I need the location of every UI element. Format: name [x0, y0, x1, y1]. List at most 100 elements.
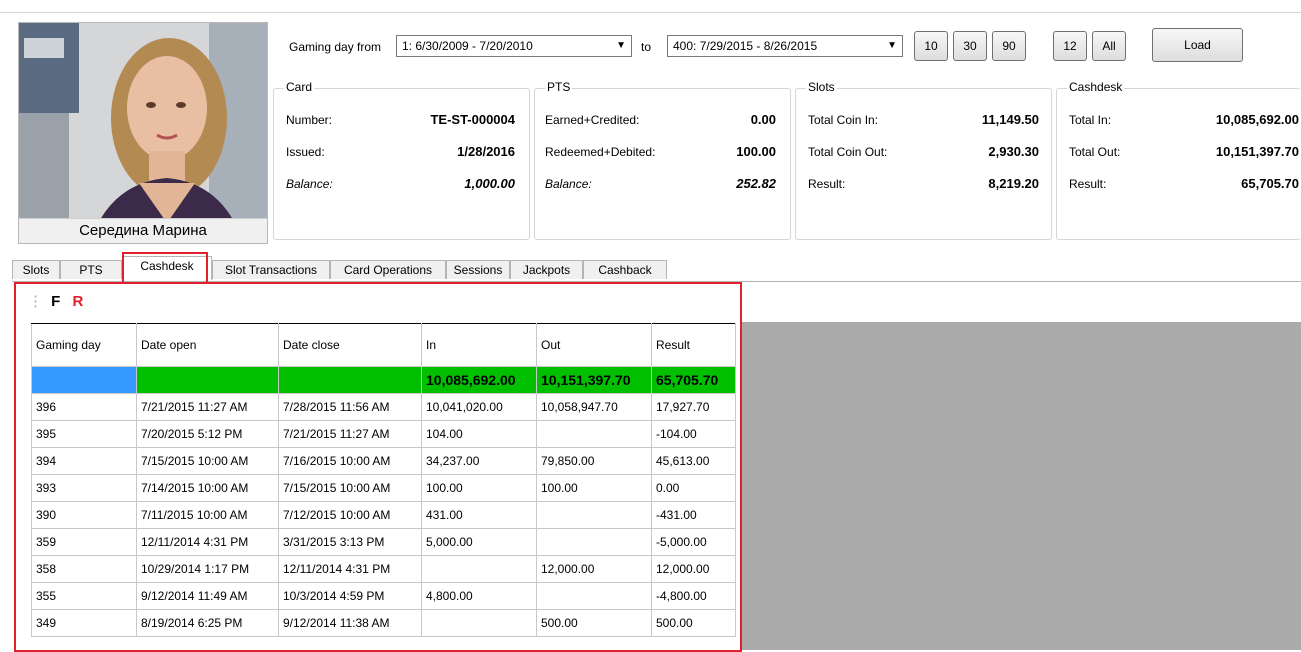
table-cell[interactable]: 395: [31, 420, 137, 448]
table-cell[interactable]: 500.00: [651, 609, 736, 637]
table-row[interactable]: 359 12/11/2014 4:31 PM 3/31/2015 3:13 PM…: [31, 528, 736, 556]
table-cell[interactable]: [536, 501, 652, 529]
table-cell[interactable]: 359: [31, 528, 137, 556]
tab-pts[interactable]: PTS: [60, 260, 122, 279]
table-cell[interactable]: 12/11/2014 4:31 PM: [278, 555, 422, 583]
table-row[interactable]: 394 7/15/2015 10:00 AM 7/16/2015 10:00 A…: [31, 447, 736, 475]
table-cell[interactable]: -104.00: [651, 420, 736, 448]
table-cell[interactable]: 7/21/2015 11:27 AM: [136, 393, 279, 421]
pts-redeemed-label: Redeemed+Debited:: [545, 145, 656, 159]
tab-sessions[interactable]: Sessions: [446, 260, 510, 279]
totals-cell[interactable]: [136, 366, 279, 394]
totals-cell[interactable]: [31, 366, 137, 394]
table-row[interactable]: 358 10/29/2014 1:17 PM 12/11/2014 4:31 P…: [31, 555, 736, 583]
table-row[interactable]: 396 7/21/2015 11:27 AM 7/28/2015 11:56 A…: [31, 393, 736, 421]
table-cell[interactable]: [536, 420, 652, 448]
filter-f-button[interactable]: F: [51, 293, 60, 310]
table-cell[interactable]: 5,000.00: [421, 528, 537, 556]
slots-coin-in-value: 11,149.50: [981, 112, 1039, 127]
range-90-button[interactable]: 90: [992, 31, 1026, 61]
table-cell[interactable]: [421, 555, 537, 583]
range-12-button[interactable]: 12: [1053, 31, 1087, 61]
table-cell[interactable]: 10,058,947.70: [536, 393, 652, 421]
table-cell[interactable]: 358: [31, 555, 137, 583]
gaming-day-from-select[interactable]: 1: 6/30/2009 - 7/20/2010 ▼: [396, 35, 632, 57]
table-cell[interactable]: 7/12/2015 10:00 AM: [278, 501, 422, 529]
table-cell[interactable]: [536, 528, 652, 556]
totals-result[interactable]: 65,705.70: [651, 366, 736, 394]
table-row[interactable]: 349 8/19/2014 6:25 PM 9/12/2014 11:38 AM…: [31, 609, 736, 637]
table-cell[interactable]: 100.00: [421, 474, 537, 502]
table-cell[interactable]: 394: [31, 447, 137, 475]
table-cell[interactable]: 393: [31, 474, 137, 502]
table-cell[interactable]: 390: [31, 501, 137, 529]
table-cell[interactable]: 17,927.70: [651, 393, 736, 421]
slots-result-label: Result:: [808, 177, 846, 191]
table-cell[interactable]: 7/16/2015 10:00 AM: [278, 447, 422, 475]
table-cell[interactable]: -4,800.00: [651, 582, 736, 610]
totals-in[interactable]: 10,085,692.00: [421, 366, 537, 394]
table-cell[interactable]: 7/15/2015 10:00 AM: [278, 474, 422, 502]
dropdown-arrow-icon[interactable]: ▼: [616, 36, 626, 56]
table-cell[interactable]: 355: [31, 582, 137, 610]
table-cell[interactable]: 9/12/2014 11:49 AM: [136, 582, 279, 610]
table-cell[interactable]: 100.00: [536, 474, 652, 502]
table-cell[interactable]: 10/29/2014 1:17 PM: [136, 555, 279, 583]
table-row[interactable]: 395 7/20/2015 5:12 PM 7/21/2015 11:27 AM…: [31, 420, 736, 448]
table-cell[interactable]: 431.00: [421, 501, 537, 529]
table-cell[interactable]: 7/21/2015 11:27 AM: [278, 420, 422, 448]
col-result[interactable]: Result: [651, 323, 736, 367]
col-gaming-day[interactable]: Gaming day: [31, 323, 137, 367]
table-cell[interactable]: 4,800.00: [421, 582, 537, 610]
table-cell[interactable]: 10,041,020.00: [421, 393, 537, 421]
table-cell[interactable]: 0.00: [651, 474, 736, 502]
gaming-day-to-select[interactable]: 400: 7/29/2015 - 8/26/2015 ▼: [667, 35, 903, 57]
table-cell[interactable]: 9/12/2014 11:38 AM: [278, 609, 422, 637]
col-date-open[interactable]: Date open: [136, 323, 279, 367]
range-10-button[interactable]: 10: [914, 31, 948, 61]
totals-row[interactable]: 10,085,692.00 10,151,397.70 65,705.70: [31, 366, 736, 394]
dropdown-arrow-icon[interactable]: ▼: [887, 36, 897, 56]
table-row[interactable]: 355 9/12/2014 11:49 AM 10/3/2014 4:59 PM…: [31, 582, 736, 610]
table-cell[interactable]: 12/11/2014 4:31 PM: [136, 528, 279, 556]
table-cell[interactable]: -5,000.00: [651, 528, 736, 556]
table-cell[interactable]: 396: [31, 393, 137, 421]
table-cell[interactable]: 34,237.00: [421, 447, 537, 475]
tab-slots[interactable]: Slots: [12, 260, 60, 279]
range-30-button[interactable]: 30: [953, 31, 987, 61]
tab-cashback[interactable]: Cashback: [583, 260, 667, 279]
col-in[interactable]: In: [421, 323, 537, 367]
table-cell[interactable]: 500.00: [536, 609, 652, 637]
table-cell[interactable]: 7/20/2015 5:12 PM: [136, 420, 279, 448]
totals-cell[interactable]: [278, 366, 422, 394]
table-cell[interactable]: 12,000.00: [536, 555, 652, 583]
table-cell[interactable]: [421, 609, 537, 637]
filter-r-button[interactable]: R: [73, 293, 84, 310]
table-cell[interactable]: 12,000.00: [651, 555, 736, 583]
col-out[interactable]: Out: [536, 323, 652, 367]
table-cell[interactable]: 8/19/2014 6:25 PM: [136, 609, 279, 637]
table-cell[interactable]: 45,613.00: [651, 447, 736, 475]
table-cell[interactable]: 3/31/2015 3:13 PM: [278, 528, 422, 556]
tab-jackpots[interactable]: Jackpots: [510, 260, 583, 279]
table-cell[interactable]: 7/28/2015 11:56 AM: [278, 393, 422, 421]
table-cell[interactable]: 10/3/2014 4:59 PM: [278, 582, 422, 610]
table-row[interactable]: 393 7/14/2015 10:00 AM 7/15/2015 10:00 A…: [31, 474, 736, 502]
table-cell[interactable]: 79,850.00: [536, 447, 652, 475]
table-cell[interactable]: 7/14/2015 10:00 AM: [136, 474, 279, 502]
table-cell[interactable]: -431.00: [651, 501, 736, 529]
table-cell[interactable]: 7/15/2015 10:00 AM: [136, 447, 279, 475]
table-cell[interactable]: [536, 582, 652, 610]
range-all-button[interactable]: All: [1092, 31, 1126, 61]
totals-out[interactable]: 10,151,397.70: [536, 366, 652, 394]
table-row[interactable]: 390 7/11/2015 10:00 AM 7/12/2015 10:00 A…: [31, 501, 736, 529]
table-cell[interactable]: 7/11/2015 10:00 AM: [136, 501, 279, 529]
tab-card-operations[interactable]: Card Operations: [330, 260, 446, 279]
table-cell[interactable]: 349: [31, 609, 137, 637]
tab-slot-transactions[interactable]: Slot Transactions: [212, 260, 330, 279]
table-cell[interactable]: 104.00: [421, 420, 537, 448]
col-date-close[interactable]: Date close: [278, 323, 422, 367]
cashdesk-table[interactable]: Gaming day Date open Date close In Out R…: [31, 323, 736, 637]
tab-cashdesk[interactable]: Cashdesk: [122, 256, 212, 280]
load-button[interactable]: Load: [1152, 28, 1243, 62]
